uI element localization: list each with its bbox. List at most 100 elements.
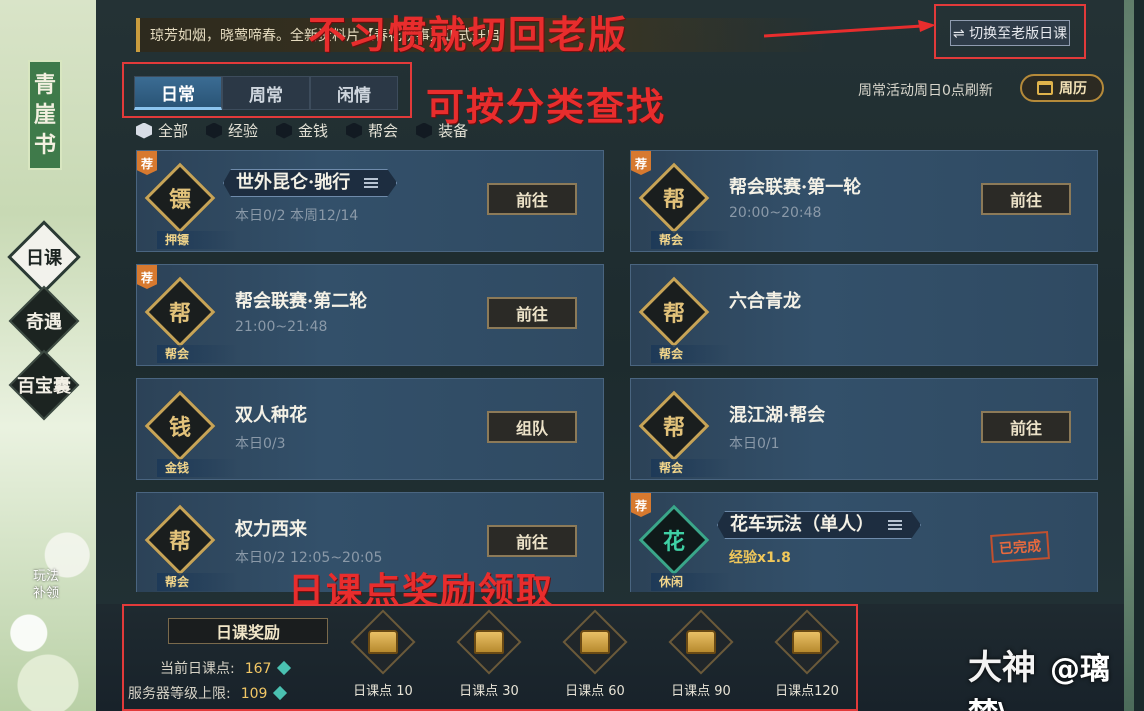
list-icon[interactable] xyxy=(364,178,378,188)
side-nav-adventure[interactable]: 奇遇 xyxy=(6,289,82,353)
gem-icon xyxy=(277,660,292,676)
filter-label: 金钱 xyxy=(298,122,329,140)
scenery-strip: 青 崖 书 日课 奇遇 百宝囊 玩法 补领 xyxy=(0,0,96,711)
list-icon[interactable] xyxy=(888,520,902,530)
daily-panel: 琼芳如烟，晓莺啼春。全新资料片【春花秋事】正式开启 ⇌ 切换至老版日课 不习惯就… xyxy=(96,0,1134,711)
completed-stamp: 已完成 xyxy=(990,531,1050,563)
current-points-label: 当前日课点: xyxy=(160,661,235,677)
claim-missed-label: 玩法 xyxy=(32,569,59,584)
team-button[interactable]: 组队 xyxy=(487,411,577,443)
go-button[interactable]: 前往 xyxy=(487,297,577,329)
radio-icon xyxy=(206,122,223,139)
radio-icon xyxy=(276,122,293,139)
emblem-glyph: 帮 xyxy=(662,302,685,327)
go-button[interactable]: 前往 xyxy=(487,183,577,215)
reward-chest[interactable]: 日课点 30 xyxy=(454,612,524,699)
emblem-glyph: 帮 xyxy=(168,530,191,555)
filter-label: 帮会 xyxy=(368,122,399,140)
calendar-button-label: 周历 xyxy=(1059,81,1087,97)
switch-old-version-button[interactable]: ⇌ 切换至老版日课 xyxy=(950,20,1070,46)
reward-chest[interactable]: 日课点 10 xyxy=(348,612,418,699)
server-limit-value: 109 xyxy=(240,686,268,702)
activity-card: 帮 帮会 混江湖·帮会 本日0/1 前往 xyxy=(630,378,1098,480)
current-points: 当前日课点: 167 xyxy=(160,658,292,678)
activity-title-text: 世外昆仑·驰行 xyxy=(236,172,351,193)
chest-icon xyxy=(565,612,625,672)
chest-icon xyxy=(459,612,519,672)
filter-all[interactable]: 全部 xyxy=(136,120,188,141)
filter-exp[interactable]: 经验 xyxy=(206,120,258,141)
activity-progress: 本日0/1 xyxy=(729,436,780,452)
activity-list: 荐 镖 押镖 世外昆仑·驰行 本日0/2 本周12/14 前往 荐 帮 帮会 帮… xyxy=(136,150,1100,592)
guild-icon: 帮 xyxy=(638,162,710,234)
filter-label: 全部 xyxy=(158,122,189,140)
annotation-switch: 不习惯就切回老版 xyxy=(308,13,629,57)
category-tag: 休闲 xyxy=(651,573,731,591)
emblem-glyph: 帮 xyxy=(168,302,191,327)
book-title: 青 崖 书 xyxy=(28,60,62,170)
emblem-glyph: 帮 xyxy=(662,188,685,213)
claim-missed-button[interactable]: 玩法 补领 xyxy=(24,568,68,602)
activity-progress: 本日0/3 xyxy=(235,436,286,452)
annotation-arrow xyxy=(764,20,936,38)
filter-equipment[interactable]: 装备 xyxy=(416,120,468,141)
filter-money[interactable]: 金钱 xyxy=(276,120,328,141)
book-title-char: 崖 xyxy=(33,102,56,128)
reward-chest[interactable]: 日课点120 xyxy=(772,612,842,699)
activity-title: 帮会联赛·第一轮 xyxy=(729,177,862,198)
chest-label: 日课点120 xyxy=(775,684,839,699)
radio-icon xyxy=(346,122,363,139)
go-button[interactable]: 前往 xyxy=(981,411,1071,443)
chest-icon xyxy=(777,612,837,672)
tab-leisure[interactable]: 闲情 xyxy=(310,76,398,110)
go-button[interactable]: 前往 xyxy=(487,525,577,557)
activity-title: 六合青龙 xyxy=(729,291,801,312)
exp-bonus: 经验x1.8 xyxy=(729,550,791,566)
emblem-glyph: 花 xyxy=(662,530,685,555)
activity-time: 21:00~21:48 xyxy=(235,319,328,335)
calendar-icon xyxy=(1037,81,1053,95)
activity-progress: 本日0/2 本周12/14 xyxy=(235,208,359,224)
activity-title: 帮会联赛·第二轮 xyxy=(235,291,368,312)
side-nav: 日课 奇遇 百宝囊 xyxy=(6,225,86,417)
filter-guild[interactable]: 帮会 xyxy=(346,120,398,141)
watermark-logo: 大神 xyxy=(968,648,1036,688)
activity-title: 花车玩法（单人） xyxy=(717,511,921,539)
activity-title: 权力西来 xyxy=(235,519,307,540)
guild-icon: 帮 xyxy=(144,504,216,576)
tab-daily[interactable]: 日常 xyxy=(134,76,222,110)
tab-weekly[interactable]: 周常 xyxy=(222,76,310,110)
chest-label: 日课点 10 xyxy=(353,684,413,699)
reward-chests: 日课点 10 日课点 30 日课点 60 日课点 90 日课点120 xyxy=(348,612,842,699)
go-button[interactable]: 前往 xyxy=(981,183,1071,215)
chest-icon xyxy=(671,612,731,672)
radio-icon xyxy=(416,122,433,139)
side-nav-treasure-bag[interactable]: 百宝囊 xyxy=(6,353,82,417)
category-tag: 押镖 xyxy=(157,231,237,249)
category-tag: 帮会 xyxy=(157,573,237,591)
activity-title-text: 花车玩法（单人） xyxy=(730,514,874,535)
filter-label: 装备 xyxy=(438,122,469,140)
chest-label: 日课点 90 xyxy=(671,684,731,699)
coin-icon: 钱 xyxy=(144,390,216,462)
current-points-value: 167 xyxy=(244,661,272,677)
side-nav-label: 日课 xyxy=(26,248,62,269)
activity-card: 荐 镖 押镖 世外昆仑·驰行 本日0/2 本周12/14 前往 xyxy=(136,150,604,252)
activity-card: 荐 帮 帮会 帮会联赛·第二轮 21:00~21:48 前往 xyxy=(136,264,604,366)
annotation-box-tabs: 日常 周常 闲情 xyxy=(122,62,412,118)
server-limit-label: 服务器等级上限: xyxy=(128,686,231,702)
book-title-char: 青 xyxy=(33,72,56,98)
activity-card: 钱 金钱 双人种花 本日0/3 组队 xyxy=(136,378,604,480)
weekly-calendar-button[interactable]: 周历 xyxy=(1020,74,1104,102)
activity-title: 双人种花 xyxy=(235,405,307,426)
category-tag: 帮会 xyxy=(651,459,731,477)
reward-chest[interactable]: 日课点 90 xyxy=(666,612,736,699)
book-title-char: 书 xyxy=(33,132,56,158)
category-tag: 金钱 xyxy=(157,459,237,477)
guild-icon: 帮 xyxy=(638,390,710,462)
right-edge-decoration xyxy=(1124,0,1134,711)
reward-chest[interactable]: 日课点 60 xyxy=(560,612,630,699)
emblem-glyph: 帮 xyxy=(662,416,685,441)
side-nav-daily[interactable]: 日课 xyxy=(6,225,82,289)
reward-title: 日课奖励 xyxy=(168,618,328,644)
